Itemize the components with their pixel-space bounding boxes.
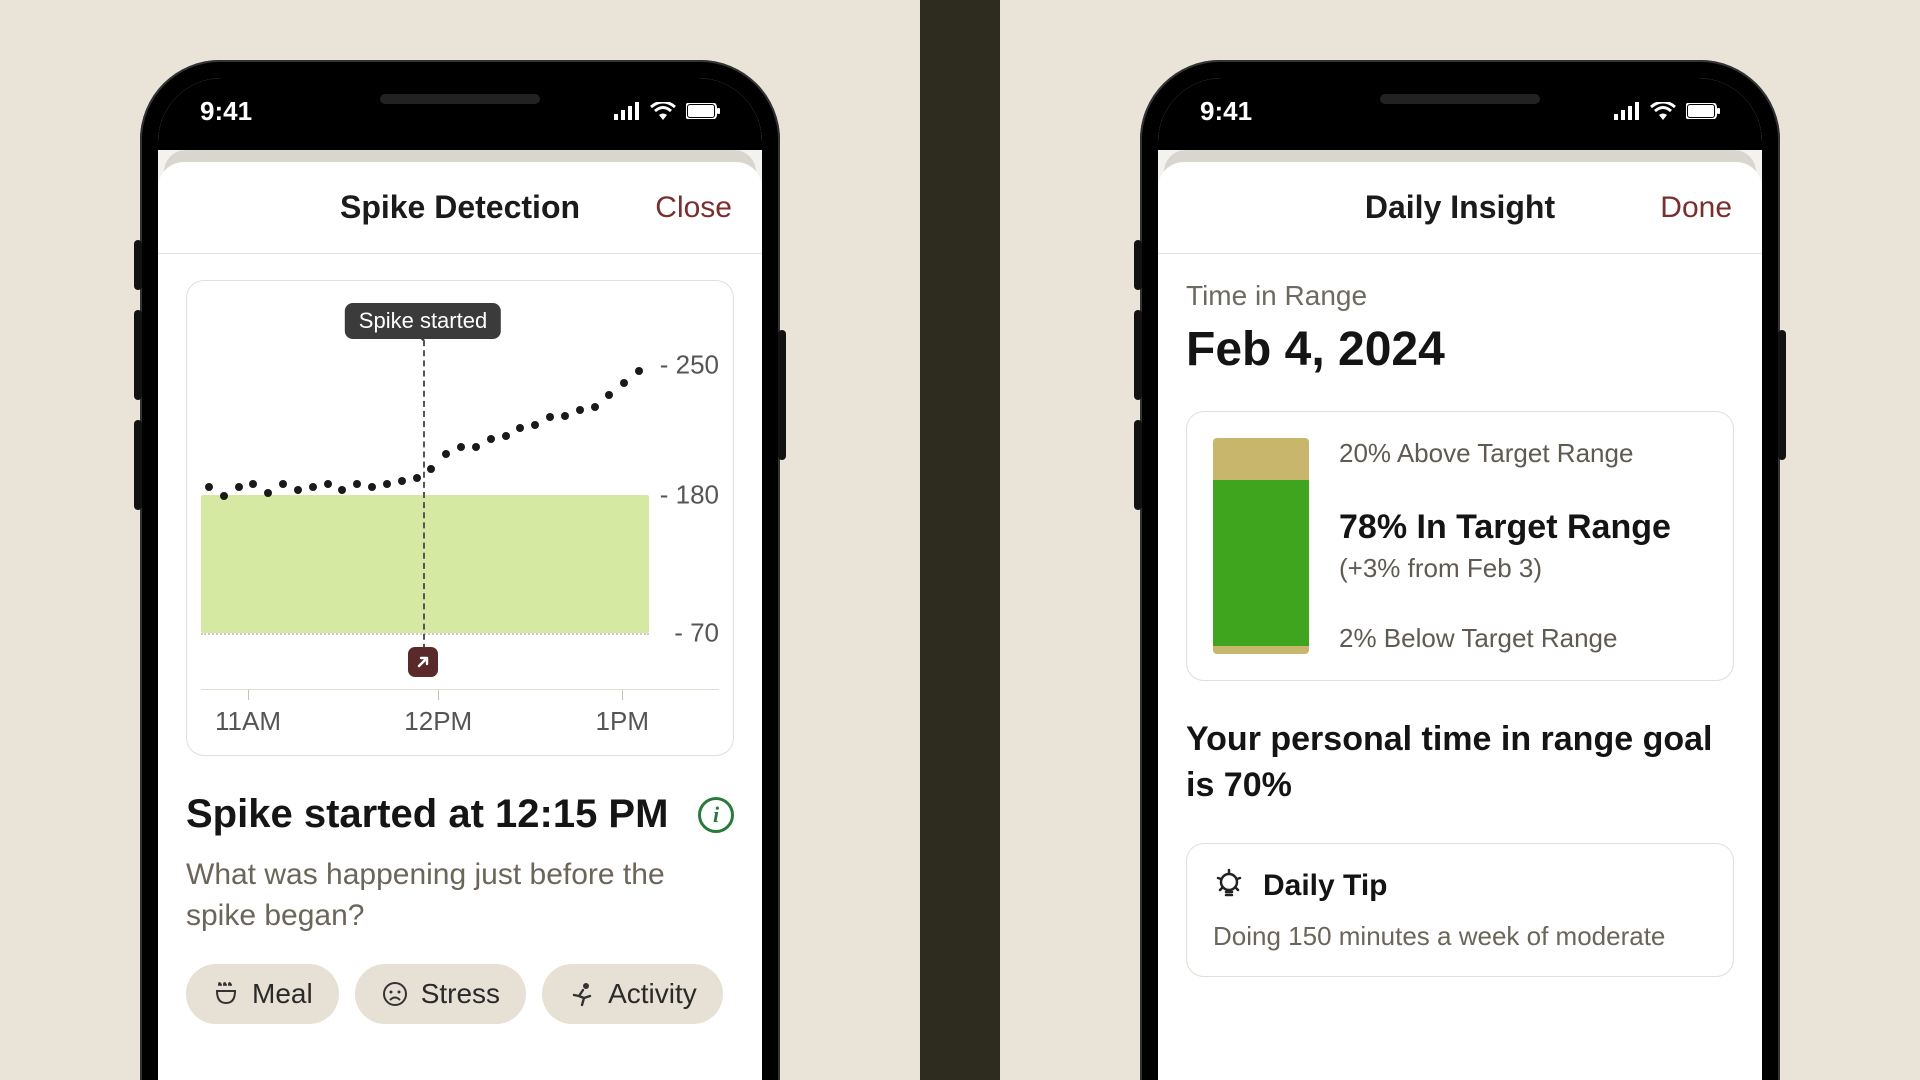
chip-stress-label: Stress <box>421 978 500 1010</box>
glucose-data-points <box>201 295 719 685</box>
sheet-title: Spike Detection <box>340 189 580 226</box>
tir-bar-above <box>1213 438 1309 480</box>
x-tick-12pm: 12PM <box>404 706 472 737</box>
phone-screen-left: 9:41 Spike Detection Close <box>158 78 762 1080</box>
cellular-signal-icon <box>1614 102 1640 120</box>
done-button[interactable]: Done <box>1660 191 1732 225</box>
tir-below-text: 2% Below Target Range <box>1339 623 1707 654</box>
sheet-title: Daily Insight <box>1365 189 1555 226</box>
status-bar: 9:41 <box>158 78 762 150</box>
info-icon[interactable]: i <box>698 797 734 833</box>
close-button[interactable]: Close <box>655 191 732 225</box>
activity-icon <box>568 980 596 1008</box>
insight-date: Feb 4, 2024 <box>1186 322 1734 377</box>
spike-question: What was happening just before the spike… <box>186 855 734 936</box>
status-time: 9:41 <box>200 96 252 127</box>
x-tick-1pm: 1PM <box>596 706 649 737</box>
chip-stress[interactable]: Stress <box>355 964 526 1024</box>
phone-frame-left: 9:41 Spike Detection Close <box>140 60 780 1080</box>
phone-frame-right: 9:41 Daily Insight Done <box>1140 60 1780 1080</box>
spike-heading: Spike started at 12:15 PM <box>186 792 668 837</box>
goal-text: Your personal time in range goal is 70% <box>1186 717 1734 809</box>
sheet-header: Daily Insight Done <box>1158 162 1762 254</box>
battery-icon <box>1686 103 1720 119</box>
status-time: 9:41 <box>1200 96 1252 127</box>
chip-activity[interactable]: Activity <box>542 964 723 1024</box>
daily-tip-title: Daily Tip <box>1263 869 1387 903</box>
tir-in-text: 78% In Target Range <box>1339 508 1707 547</box>
stress-icon <box>381 980 409 1008</box>
tir-bar-in <box>1213 480 1309 645</box>
chip-meal[interactable]: Meal <box>186 964 339 1024</box>
glucose-chart-card: - 250 - 180 - 70 Spike started 11AM <box>186 280 734 756</box>
lightbulb-icon <box>1213 868 1245 905</box>
daily-tip-body: Doing 150 minutes a week of moderate <box>1213 921 1707 952</box>
time-in-range-label: Time in Range <box>1186 280 1734 312</box>
sheet-header: Spike Detection Close <box>158 162 762 254</box>
x-axis: 11AM 12PM 1PM <box>201 689 719 737</box>
status-bar: 9:41 <box>1158 78 1762 150</box>
time-in-range-bar <box>1213 438 1309 654</box>
meal-icon <box>212 980 240 1008</box>
cause-chips: Meal Stress Activity <box>186 964 734 1024</box>
right-panel: 9:41 Daily Insight Done <box>1000 0 1920 1080</box>
tir-above-text: 20% Above Target Range <box>1339 438 1707 469</box>
tir-delta-text: (+3% from Feb 3) <box>1339 553 1707 584</box>
wifi-icon <box>1650 102 1676 120</box>
daily-tip-card: Daily Tip Doing 150 minutes a week of mo… <box>1186 843 1734 977</box>
spike-detection-sheet: Spike Detection Close - 250 - 180 - 70 S… <box>158 162 762 1080</box>
daily-insight-sheet: Daily Insight Done Time in Range Feb 4, … <box>1158 162 1762 1080</box>
glucose-chart[interactable]: - 250 - 180 - 70 Spike started <box>201 295 719 685</box>
battery-icon <box>686 103 720 119</box>
tir-bar-below <box>1213 646 1309 654</box>
cellular-signal-icon <box>614 102 640 120</box>
left-panel: 9:41 Spike Detection Close <box>0 0 920 1080</box>
x-tick-11am: 11AM <box>215 706 281 737</box>
chip-meal-label: Meal <box>252 978 313 1010</box>
time-in-range-card: 20% Above Target Range 78% In Target Ran… <box>1186 411 1734 681</box>
wifi-icon <box>650 102 676 120</box>
chip-activity-label: Activity <box>608 978 697 1010</box>
phone-screen-right: 9:41 Daily Insight Done <box>1158 78 1762 1080</box>
